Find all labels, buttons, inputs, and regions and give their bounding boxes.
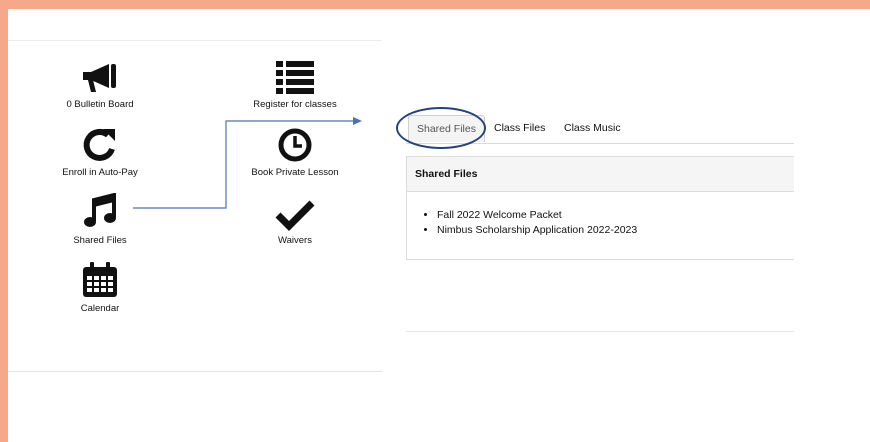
checkmark-icon [225,193,365,231]
calendar-label: Calendar [80,303,120,314]
list-icon [225,57,365,95]
panel-title: Shared Files [407,157,794,192]
left-border [0,0,8,442]
register-classes-tile[interactable]: Register for classes [225,57,365,110]
music-note-icon [30,193,170,231]
shared-files-panel: Shared Files Fall 2022 Welcome Packet Ni… [406,156,794,260]
clock-icon [225,125,365,163]
private-lesson-label: Book Private Lesson [251,167,339,178]
megaphone-icon [30,57,170,95]
file-link[interactable]: Nimbus Scholarship Application 2022-2023 [437,224,637,236]
calendar-icon [30,261,170,299]
private-lesson-tile[interactable]: Book Private Lesson [225,125,365,178]
files-tabs: Shared Files Class Files Class Music [396,107,794,149]
register-classes-label: Register for classes [253,99,337,110]
top-border [0,0,870,9]
waivers-label: Waivers [278,235,312,246]
refresh-icon [30,125,170,163]
file-list: Fall 2022 Welcome Packet Nimbus Scholars… [407,208,794,238]
divider [406,331,794,332]
tab-class-music[interactable]: Class Music [564,115,621,141]
tab-class-files[interactable]: Class Files [494,115,545,141]
shared-files-label: Shared Files [73,235,127,246]
tab-shared-files[interactable]: Shared Files [408,115,485,142]
shared-files-tile[interactable]: Shared Files [30,193,170,246]
waivers-tile[interactable]: Waivers [225,193,365,246]
dashboard-panel: 0 Bulletin Board Register for classes En… [8,40,382,372]
calendar-tile[interactable]: Calendar [30,261,170,314]
files-view: Shared Files Class Files Class Music Sha… [396,95,794,335]
auto-pay-label: Enroll in Auto-Pay [62,167,138,178]
auto-pay-tile[interactable]: Enroll in Auto-Pay [30,125,170,178]
list-item: Fall 2022 Welcome Packet [437,208,794,223]
bulletin-board-tile[interactable]: 0 Bulletin Board [30,57,170,110]
bulletin-board-label: 0 Bulletin Board [66,99,134,110]
list-item: Nimbus Scholarship Application 2022-2023 [437,223,794,238]
file-link[interactable]: Fall 2022 Welcome Packet [437,209,562,221]
